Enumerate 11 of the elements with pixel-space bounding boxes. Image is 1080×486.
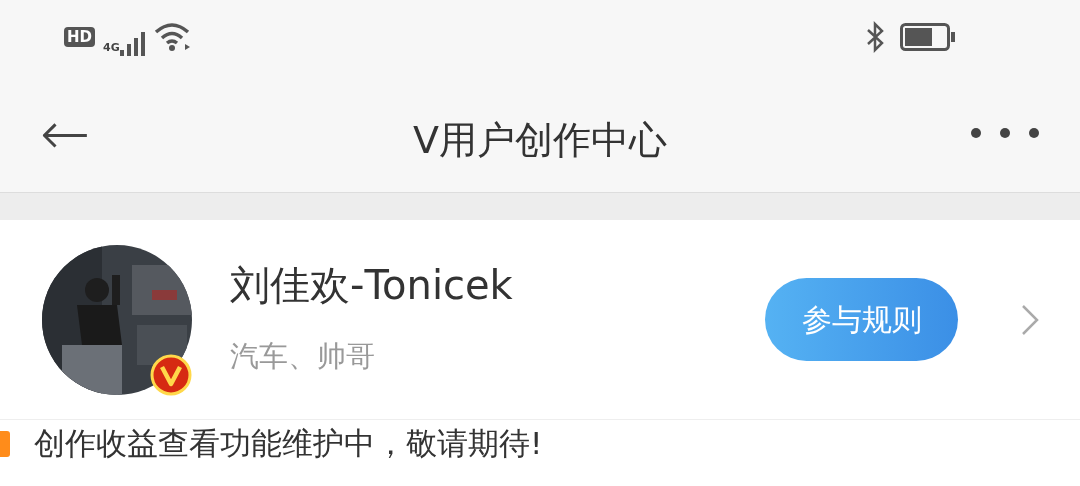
page-title: V用户创作中心 bbox=[413, 118, 667, 162]
back-button[interactable]: ← bbox=[40, 103, 91, 163]
user-tags: 汽车、帅哥 bbox=[230, 334, 765, 379]
battery-icon bbox=[900, 23, 956, 51]
more-icon[interactable] bbox=[970, 127, 1040, 139]
notice-text: 创作收益查看功能维护中，敬请期待! bbox=[34, 428, 543, 459]
user-name: 刘佳欢-Tonicek bbox=[230, 260, 514, 309]
network-type: 4G bbox=[103, 39, 120, 56]
bluetooth-icon bbox=[866, 21, 884, 53]
signal-icon bbox=[119, 32, 146, 57]
hd-indicator: HD bbox=[64, 27, 95, 47]
